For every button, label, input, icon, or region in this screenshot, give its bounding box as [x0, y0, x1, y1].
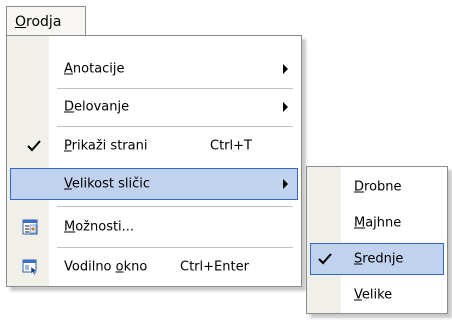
- options-icon: [22, 219, 38, 235]
- submenu-item-label: Velike: [354, 287, 393, 303]
- submenu-item-label: Srednje: [354, 251, 404, 267]
- menu-separator: [57, 88, 293, 89]
- menu-item-label: Vodilno okno: [64, 259, 148, 275]
- menu-item-label: Možnosti...: [64, 219, 135, 235]
- submenu-item-srednje[interactable]: Srednje: [310, 243, 444, 275]
- menubar-item-orodja[interactable]: Orodja: [6, 6, 86, 36]
- menu-item-vodilno-okno[interactable]: Vodilno okno Ctrl+Enter: [10, 251, 298, 283]
- menu-separator: [57, 206, 293, 207]
- menu-item-velikost-slicic[interactable]: Velikost sličic: [10, 168, 298, 200]
- menu-item-label: Delovanje: [64, 99, 130, 115]
- menu-item-label: Anotacije: [64, 61, 125, 77]
- menubar-item-label: Orodja: [15, 14, 62, 30]
- menu-item-shortcut: Ctrl+T: [210, 138, 252, 154]
- menu-separator: [57, 247, 293, 248]
- menu-separator: [57, 126, 293, 127]
- submenu-item-velike[interactable]: Velike: [310, 279, 444, 311]
- submenu-arrow-icon: [283, 102, 288, 112]
- submenu-item-majhne[interactable]: Majhne: [310, 207, 444, 239]
- submenu-item-label: Drobne: [354, 179, 402, 195]
- submenu-arrow-icon: [283, 179, 288, 189]
- submenu-arrow-icon: [283, 64, 288, 74]
- submenu-item-label: Majhne: [354, 215, 402, 231]
- menu-item-label: Prikaži strani: [64, 138, 148, 154]
- submenu-item-drobne[interactable]: Drobne: [310, 171, 444, 203]
- tools-menu: Anotacije Delovanje Prikaži strani Ctrl+…: [6, 35, 302, 287]
- menu-item-prikazi-strani[interactable]: Prikaži strani Ctrl+T: [10, 130, 298, 162]
- menu-item-moznosti[interactable]: Možnosti...: [10, 211, 298, 243]
- menu-item-anotacije[interactable]: Anotacije: [10, 53, 298, 85]
- check-icon: [27, 140, 41, 152]
- guide-pane-icon: [22, 259, 38, 275]
- menu-item-delovanje[interactable]: Delovanje: [10, 91, 298, 123]
- menu-item-shortcut: Ctrl+Enter: [180, 259, 249, 275]
- check-icon: [318, 253, 332, 265]
- menu-item-label: Velikost sličic: [64, 176, 151, 192]
- thumbnail-size-submenu: Drobne Majhne Srednje Velike: [306, 166, 448, 314]
